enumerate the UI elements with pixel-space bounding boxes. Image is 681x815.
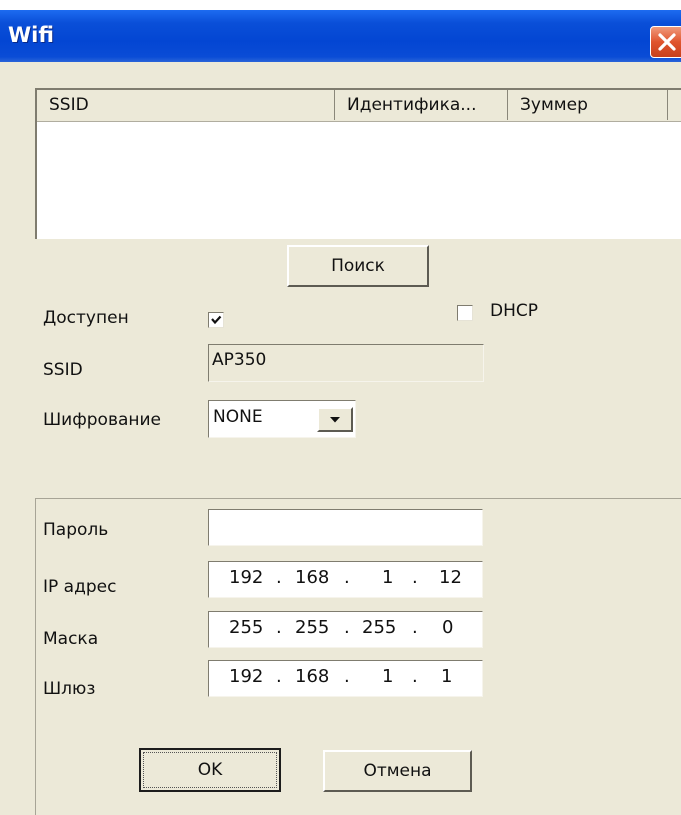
title-bar[interactable]: Wifi [0,10,681,62]
close-button[interactable] [650,26,681,58]
ip-octet: 168 [295,567,330,588]
mask-label: Маска [43,629,99,649]
ip-address-field[interactable]: 192 . 168 . 1 . 12 [208,561,483,598]
ip-octet: 12 [439,567,462,588]
dhcp-checkbox[interactable] [457,305,473,321]
encryption-dropdown-button[interactable] [317,407,353,432]
gateway-separator: . [412,666,418,687]
window-title: Wifi [8,23,54,47]
list-header: SSID Идентифика... Зуммер [37,90,681,122]
gateway-separator: . [276,666,282,687]
mask-octet: 255 [295,617,330,638]
close-icon [658,33,676,51]
password-field[interactable] [208,509,483,546]
gateway-octet: 1 [382,666,394,687]
column-header-identifier[interactable]: Идентифика... [335,90,508,120]
chevron-down-icon [330,417,340,423]
mask-octet: 0 [442,617,454,638]
ssid-field[interactable]: AP350 [208,344,484,382]
ip-octet: 192 [229,567,264,588]
password-label: Пароль [43,520,109,540]
mask-field[interactable]: 255 . 255 . 255 . 0 [208,611,483,648]
enabled-label: Доступен [43,308,129,328]
mask-octet: 255 [362,617,397,638]
gateway-label: Шлюз [43,679,96,699]
gateway-separator: . [344,666,350,687]
gateway-octet: 168 [295,666,330,687]
column-header-buzzer[interactable]: Зуммер [508,90,668,120]
ip-separator: . [276,567,282,588]
mask-separator: . [276,617,282,638]
search-button[interactable]: Поиск [287,245,429,287]
mask-separator: . [344,617,350,638]
enabled-checkbox[interactable] [208,312,224,328]
ssid-label: SSID [43,360,83,380]
encryption-label: Шифрование [43,410,162,430]
cancel-button[interactable]: Отмена [323,750,472,792]
dhcp-label: DHCP [490,301,538,321]
ip-address-label: IP адрес [43,577,117,597]
checkmark-icon [211,315,222,325]
network-list[interactable]: SSID Идентифика... Зуммер [35,88,681,239]
ip-octet: 1 [382,567,394,588]
gateway-octet: 192 [229,666,264,687]
gateway-octet: 1 [441,666,453,687]
wifi-dialog: Wifi SSID Идентифика... Зуммер Поиск Дос… [0,10,681,815]
ok-button[interactable]: OK [139,748,281,792]
mask-separator: . [412,617,418,638]
gateway-field[interactable]: 192 . 168 . 1 . 1 [208,660,483,697]
ip-separator: . [412,567,418,588]
column-header-ssid[interactable]: SSID [37,90,335,120]
mask-octet: 255 [229,617,264,638]
ip-separator: . [344,567,350,588]
